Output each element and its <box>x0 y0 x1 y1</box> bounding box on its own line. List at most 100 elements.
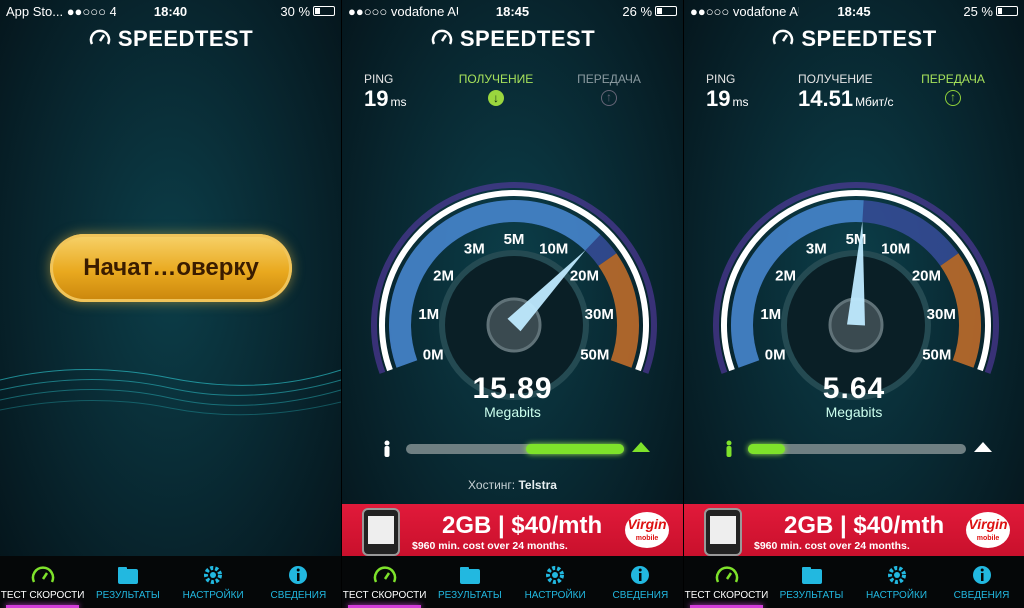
status-time: 18:40 <box>153 3 188 19</box>
download-value: 14.51 <box>798 86 854 111</box>
host-label: Хостинг: <box>468 478 516 492</box>
speedometer-icon <box>773 29 794 45</box>
tab-label: НАСТРОЙКИ <box>524 590 586 601</box>
tab-speedtest[interactable]: ТЕСТ СКОРОСТИ <box>0 556 85 608</box>
status-time: 18:45 <box>837 3 871 19</box>
speedometer-icon <box>373 566 396 583</box>
tab-speedtest[interactable]: ТЕСТ СКОРОСТИ <box>342 556 427 608</box>
info-icon <box>289 566 308 584</box>
carrier-label: App Sto... ●●○○○ 4G <box>6 3 116 19</box>
phone-image <box>362 508 400 556</box>
download-unit: Мбит/с <box>855 95 894 109</box>
progress-fill <box>525 444 624 454</box>
gauge-value: 15.89 <box>472 372 553 405</box>
tab-settings[interactable]: НАСТРОЙКИ <box>171 556 256 608</box>
virgin-logo: Virgin mobile <box>625 512 669 548</box>
ping-metric: PING 19 ms <box>364 72 406 112</box>
metrics-row: PING 19 ms ПОЛУЧЕНИЕ ↓ ПЕРЕДАЧА ↑ <box>342 72 683 142</box>
gauge-tick-label: 2M <box>433 268 454 285</box>
battery-percent: 26 % <box>622 3 653 19</box>
status-bar: ●●○○○ vodafone AU 4G 18:45 25 % <box>684 0 1024 22</box>
gauge-tick-label: 30M <box>585 306 614 323</box>
info-icon <box>631 566 650 584</box>
tab-results[interactable]: РЕЗУЛЬТАТЫ <box>427 556 512 608</box>
tab-info[interactable]: СВЕДЕНИЯ <box>256 556 341 608</box>
ping-label: PING <box>706 72 736 86</box>
gauge-tick-label: 3M <box>806 241 827 258</box>
progress-track <box>406 444 624 454</box>
ad-banner[interactable]: 2GB | $40/mth $960 min. cost over 24 mon… <box>684 504 1024 556</box>
download-metric: ПОЛУЧЕНИЕ 14.51 Мбит/с <box>798 72 893 112</box>
gauge-tick-label: 1M <box>760 306 781 323</box>
download-label: ПОЛУЧЕНИЕ <box>798 72 873 86</box>
tab-speedtest[interactable]: ТЕСТ СКОРОСТИ <box>684 556 769 608</box>
gauge-tick-label: 10M <box>539 241 568 258</box>
test-progress <box>342 440 683 460</box>
person-icon <box>726 440 732 457</box>
carrier-label: ●●○○○ vodafone AU 4G <box>348 3 458 19</box>
battery-icon <box>995 6 1018 16</box>
status-time: 18:45 <box>495 3 530 19</box>
person-icon <box>384 440 390 457</box>
app-logo: SPEEDTEST <box>684 26 1024 52</box>
gauge-tick-label: 50M <box>922 346 951 363</box>
tab-info[interactable]: СВЕДЕНИЯ <box>598 556 683 608</box>
gauge-unit: Megabits <box>825 404 883 420</box>
gauge-tick-label: 50M <box>580 346 609 363</box>
progress-fill <box>748 444 786 454</box>
gauge-tick-label: 1M <box>418 306 439 323</box>
tab-label: РЕЗУЛЬТАТЫ <box>437 590 502 601</box>
server-icon <box>974 442 992 452</box>
tab-label: РЕЗУЛЬТАТЫ <box>95 590 160 601</box>
ping-value: 19 <box>706 86 731 111</box>
tab-label: ТЕСТ СКОРОСТИ <box>342 590 427 601</box>
tab-settings[interactable]: НАСТРОЙКИ <box>513 556 598 608</box>
upload-metric: ПЕРЕДАЧА ↑ <box>918 72 988 106</box>
logo-brand: Virgin <box>968 516 1008 532</box>
tab-results[interactable]: РЕЗУЛЬТАТЫ <box>769 556 854 608</box>
battery-percent: 25 % <box>963 3 993 19</box>
speedometer-icon <box>31 566 54 583</box>
host-info: Хостинг: Telstra <box>342 478 683 492</box>
status-bar: App Sto... ●●○○○ 4G 18:40 30 % <box>0 0 341 22</box>
tab-label: РЕЗУЛЬТАТЫ <box>779 590 844 601</box>
app-logo: SPEEDTEST <box>0 26 341 52</box>
gauge-tick-label: 3M <box>464 241 485 258</box>
battery-icon <box>655 6 678 16</box>
start-test-button[interactable]: Начат…оверку <box>50 234 292 302</box>
gauge-tick-label: 2M <box>775 268 796 285</box>
gauge-tick-label: 0M <box>423 346 444 363</box>
folder-icon <box>117 567 138 584</box>
screens-container: App Sto... ●●○○○ 4G 18:40 30 % SPEEDTEST… <box>0 0 1024 608</box>
server-icon <box>632 442 650 452</box>
app-title: SPEEDTEST <box>801 26 937 51</box>
logo-brand: Virgin <box>627 516 667 532</box>
tab-results[interactable]: РЕЗУЛЬТАТЫ <box>85 556 170 608</box>
arrow-up-icon: ↑ <box>601 90 617 106</box>
gauge-value: 5.64 <box>822 372 886 405</box>
gear-icon <box>204 566 223 584</box>
tab-bar: ТЕСТ СКОРОСТИ РЕЗУЛЬТАТЫ НАСТРОЙКИ СВЕДЕ… <box>0 556 341 608</box>
ping-label: PING <box>364 72 394 86</box>
arrow-down-icon: ↓ <box>488 90 504 106</box>
ad-subline: $960 min. cost over 24 months. <box>412 540 568 552</box>
gauge-tick-label: 5M <box>504 231 525 248</box>
ad-banner[interactable]: 2GB | $40/mth $960 min. cost over 24 mon… <box>342 504 683 556</box>
tab-label: СВЕДЕНИЯ <box>270 590 327 601</box>
download-label: ПОЛУЧЕНИЕ <box>458 72 534 86</box>
carrier-label: ●●○○○ vodafone AU 4G <box>690 3 799 19</box>
ping-metric: PING 19 ms <box>706 72 748 112</box>
gauge-tick-label: 10M <box>881 241 910 258</box>
ad-subline: $960 min. cost over 24 months. <box>754 540 910 552</box>
tab-settings[interactable]: НАСТРОЙКИ <box>854 556 939 608</box>
folder-icon <box>459 567 480 584</box>
gauge-tick-label: 20M <box>570 268 599 285</box>
host-name: Telstra <box>518 478 557 492</box>
tab-info[interactable]: СВЕДЕНИЯ <box>939 556 1024 608</box>
gauge-tick-label: 20M <box>912 268 941 285</box>
download-metric: ПОЛУЧЕНИЕ ↓ <box>456 72 536 106</box>
screen-upload-test: ●●○○○ vodafone AU 4G 18:45 25 % SPEEDTES… <box>684 0 1024 608</box>
speedometer-icon <box>431 29 453 45</box>
battery-percent: 30 % <box>280 3 311 19</box>
info-icon <box>972 566 991 584</box>
